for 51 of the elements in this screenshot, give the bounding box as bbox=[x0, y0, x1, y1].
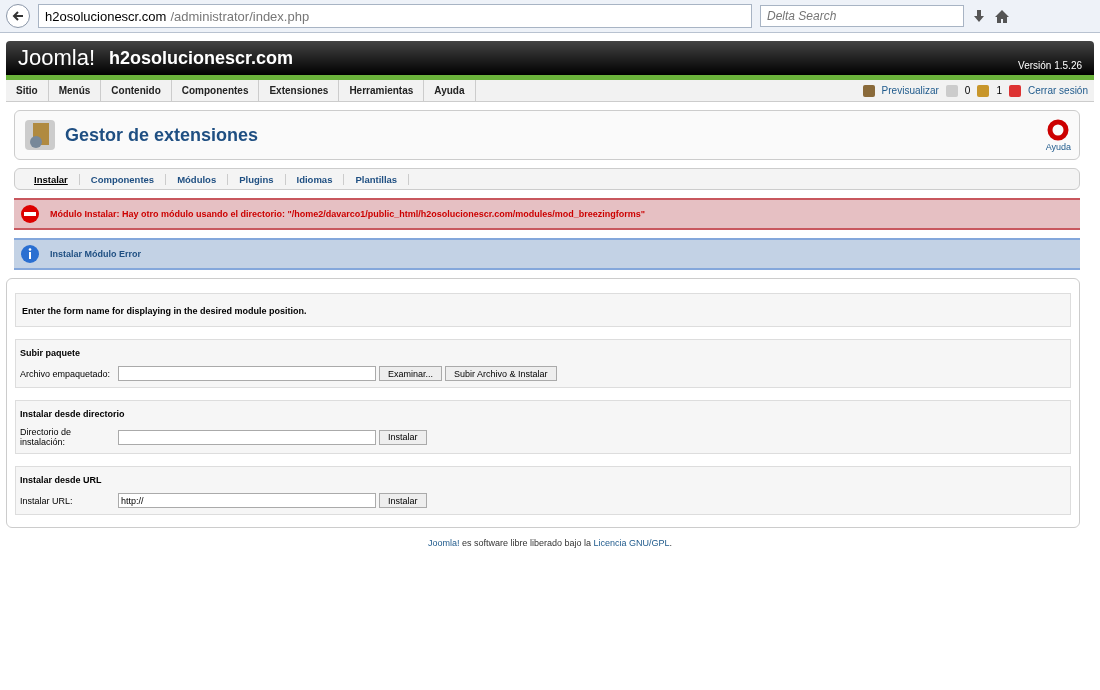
field-label: Instalar URL: bbox=[20, 495, 74, 506]
tab[interactable]: Idiomas bbox=[285, 173, 345, 185]
tab[interactable]: Plugins bbox=[228, 173, 286, 185]
search-field[interactable]: Delta Search bbox=[760, 5, 964, 27]
menu-item[interactable]: Extensiones bbox=[259, 80, 340, 101]
section-title: Subir paquete bbox=[20, 348, 81, 358]
menu-item[interactable]: Herramientas bbox=[339, 80, 425, 101]
message-count: 0 bbox=[964, 85, 971, 96]
info-message: Instalar Módulo Error bbox=[14, 238, 1080, 270]
logo: Joomla! bbox=[18, 45, 96, 71]
footer-text: Joomla! es software libre liberado bajo la Licencia GNU/GPL. bbox=[426, 538, 674, 548]
stop-icon bbox=[20, 204, 40, 224]
tab[interactable]: Instalar bbox=[23, 173, 80, 185]
section-title: Instalar desde URL bbox=[20, 475, 103, 485]
field-label: Directorio de instalación: bbox=[20, 427, 73, 447]
form-button[interactable]: Instalar bbox=[379, 429, 427, 445]
input-field[interactable] bbox=[118, 366, 376, 381]
lifebuoy-icon bbox=[1046, 118, 1071, 142]
version-label: Versión 1.5.26 bbox=[1018, 60, 1082, 73]
menu-item[interactable]: Menús bbox=[48, 80, 102, 101]
page-title: Gestor de extensiones bbox=[65, 124, 259, 146]
help-button[interactable]: Ayuda bbox=[1045, 118, 1071, 152]
address-bar[interactable]: h2osolucionescr.com /administrator/index.php bbox=[38, 4, 752, 28]
notice-text: Enter the form name for displaying in the desired module position. bbox=[21, 305, 308, 318]
menu-item[interactable]: Componentes bbox=[171, 80, 260, 101]
menu-item[interactable]: Ayuda bbox=[424, 80, 476, 101]
back-button[interactable] bbox=[6, 4, 30, 28]
footer-link[interactable]: Licencia GNU/GPL bbox=[593, 538, 670, 548]
tab[interactable]: Módulos bbox=[166, 173, 229, 185]
form-button[interactable]: Subir Archivo & Instalar bbox=[445, 366, 557, 381]
info-icon bbox=[20, 244, 40, 264]
tab[interactable]: Plantillas bbox=[344, 173, 410, 185]
error-message: Módulo Instalar: Hay otro módulo usando el directorio: "/home2/davarco1/public_html/h2osolucionescr.com/modules/mod_breezingforms" bbox=[14, 198, 1080, 230]
user-count: 1 bbox=[996, 85, 1002, 96]
form-button[interactable]: Instalar bbox=[379, 493, 427, 508]
field-label: Archivo empaquetado: bbox=[20, 368, 112, 379]
form-button[interactable]: Examinar... bbox=[379, 366, 443, 381]
home-icon[interactable] bbox=[994, 9, 1010, 23]
input-field[interactable]: http:// bbox=[118, 493, 376, 508]
arrow-icon bbox=[11, 9, 25, 23]
preview-link[interactable]: Previsualizar bbox=[881, 85, 939, 96]
input-field[interactable] bbox=[118, 429, 376, 445]
install-icon bbox=[23, 118, 57, 152]
site-name: h2osolucionescr.com bbox=[109, 47, 294, 69]
logout-link[interactable]: Cerrar sesión bbox=[1027, 85, 1088, 96]
footer-link[interactable]: Joomla! bbox=[427, 538, 460, 548]
section-title: Instalar desde directorio bbox=[20, 409, 126, 419]
download-icon[interactable] bbox=[972, 9, 986, 23]
tab[interactable]: Componentes bbox=[79, 173, 167, 185]
menu-item[interactable]: Contenido bbox=[101, 80, 172, 101]
menu-item[interactable]: Sitio bbox=[6, 80, 49, 101]
